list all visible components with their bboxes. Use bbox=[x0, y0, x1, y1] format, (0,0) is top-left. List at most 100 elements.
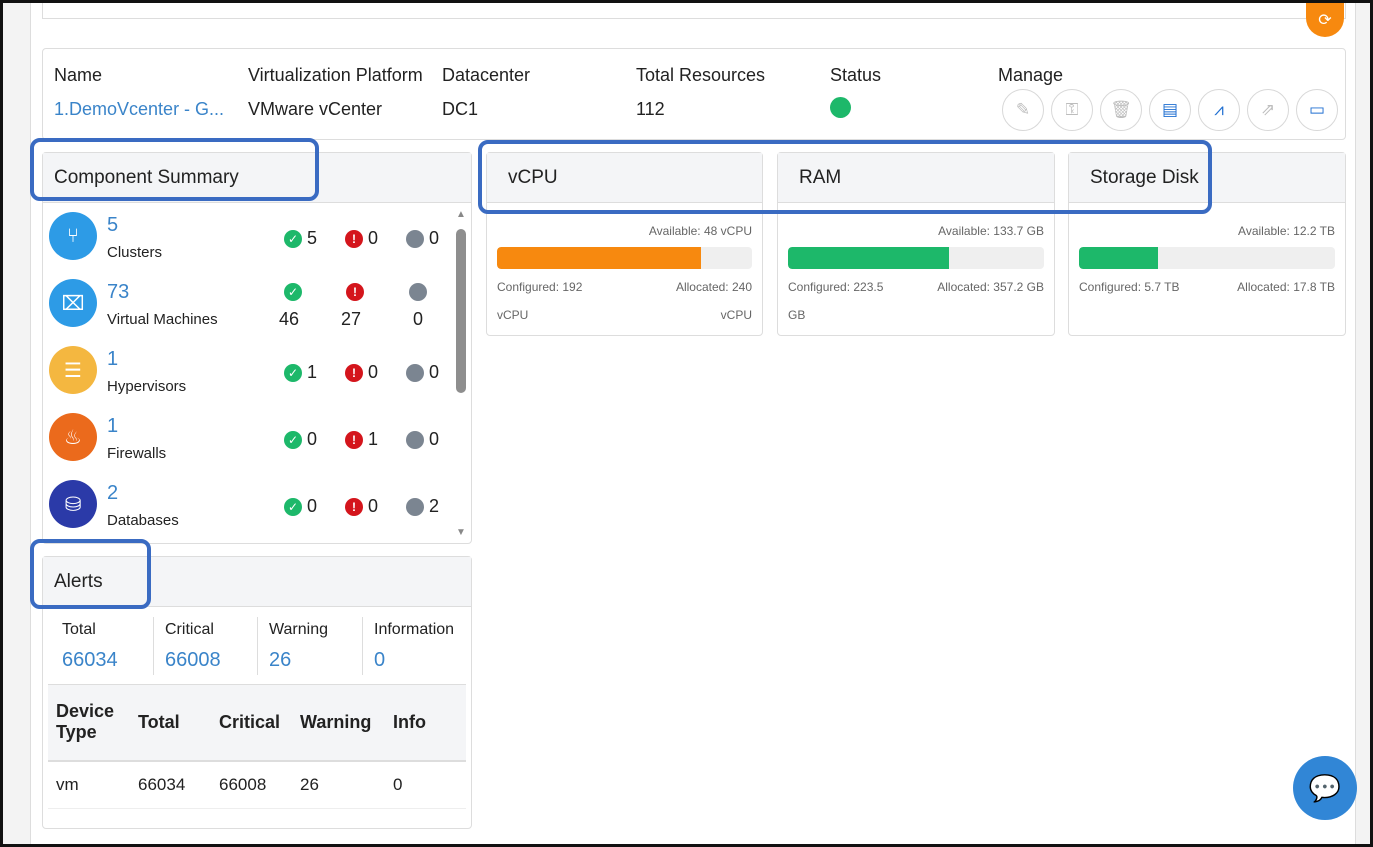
highlight-resources bbox=[478, 140, 1212, 214]
divider bbox=[257, 617, 258, 675]
error-status: ! 0 bbox=[345, 496, 378, 517]
component-item-virtual-machines[interactable]: ⌧ 73 Virtual Machines ✓ 46 ! 27 0 bbox=[43, 271, 451, 338]
table-cell: vm bbox=[48, 760, 130, 809]
column-header[interactable]: Warning bbox=[292, 684, 385, 762]
refresh-icon: ⟳ bbox=[1318, 12, 1332, 29]
alerts-total-value[interactable]: 66034 bbox=[62, 649, 118, 672]
ram-body: Available: 133.7 GB Configured: 223.5 Al… bbox=[788, 204, 1044, 335]
unknown-count: 0 bbox=[429, 429, 440, 449]
unknown-dot-icon bbox=[406, 497, 424, 516]
highlight-alerts bbox=[30, 539, 151, 609]
ram-available: Available: 133.7 GB bbox=[938, 224, 1044, 238]
alerts-warning-value[interactable]: 26 bbox=[269, 649, 291, 672]
table-header-row: Device Type Total Critical Warning Info bbox=[48, 684, 466, 762]
book-button[interactable]: ▤ bbox=[1149, 89, 1191, 131]
alerts-critical-label: Critical bbox=[165, 621, 214, 638]
edit-button[interactable]: ✎ bbox=[1002, 89, 1044, 131]
storage-body: Available: 12.2 TB Configured: 5.7 TB Al… bbox=[1079, 204, 1335, 335]
chart-button[interactable]: ⩘ bbox=[1198, 89, 1240, 131]
unknown-status: 0 bbox=[406, 362, 439, 383]
vcenter-name-link[interactable]: 1.DemoVcenter - G... bbox=[54, 99, 224, 120]
component-name: Databases bbox=[107, 512, 179, 529]
component-summary-panel: Component Summary ⑂ 5 Clusters ✓ 5 ! 0 0 ⌧… bbox=[42, 152, 472, 544]
previous-card-edge bbox=[42, 3, 1346, 19]
component-count[interactable]: 1 bbox=[107, 348, 118, 371]
component-name: Virtual Machines bbox=[107, 311, 218, 328]
column-header[interactable]: Critical bbox=[211, 684, 292, 762]
error-count: 0 bbox=[368, 496, 379, 516]
table-row[interactable]: vm 66034 66008 26 0 bbox=[48, 760, 466, 809]
ram-usage-bar bbox=[788, 247, 1044, 269]
ok-count: 5 bbox=[307, 228, 318, 248]
server-icon: ☰ bbox=[49, 346, 97, 394]
component-count[interactable]: 5 bbox=[107, 214, 118, 237]
manage-actions: ✎ ⚿ 🗑 ▤ ⩘ ⇗ ▭ bbox=[1002, 89, 1338, 131]
unknown-count: 2 bbox=[429, 496, 440, 516]
console-button[interactable]: ▭ bbox=[1296, 89, 1338, 131]
component-count[interactable]: 73 bbox=[107, 281, 129, 304]
error-count: 27 bbox=[341, 309, 362, 329]
column-header[interactable]: Info bbox=[385, 684, 466, 762]
delete-button[interactable]: 🗑 bbox=[1100, 89, 1142, 131]
chat-button[interactable]: 💬 bbox=[1293, 756, 1357, 820]
component-item-firewalls[interactable]: ♨ 1 Firewalls ✓ 0 ! 1 0 bbox=[43, 405, 451, 472]
ok-count: 0 bbox=[307, 496, 318, 516]
column-header[interactable]: Device Type bbox=[48, 684, 130, 762]
ok-count: 46 bbox=[279, 309, 300, 329]
ram-configured-unit: GB bbox=[788, 308, 806, 322]
storage-available: Available: 12.2 TB bbox=[1238, 224, 1335, 238]
platform-value: VMware vCenter bbox=[248, 99, 383, 119]
edit-icon: ✎ bbox=[1015, 100, 1031, 119]
error-status: ! 0 bbox=[345, 228, 378, 249]
datacenter-label: Datacenter bbox=[442, 65, 531, 85]
key-button[interactable]: ⚿ bbox=[1051, 89, 1093, 131]
storage-allocated: Allocated: 17.8 TB bbox=[1237, 280, 1335, 294]
storage-configured: Configured: 5.7 TB bbox=[1079, 280, 1180, 294]
column-header[interactable]: Total bbox=[130, 684, 211, 762]
book-icon: ▤ bbox=[1161, 100, 1179, 119]
error-count: 0 bbox=[368, 362, 379, 382]
component-list: ⑂ 5 Clusters ✓ 5 ! 0 0 ⌧ 73 Virtual Machin… bbox=[43, 204, 451, 542]
ram-allocated: Allocated: 357.2 GB bbox=[937, 280, 1044, 294]
left-rail bbox=[3, 3, 31, 844]
status-label: Status bbox=[830, 65, 882, 85]
unknown-status: 0 bbox=[406, 429, 439, 450]
scroll-down-icon[interactable]: ▼ bbox=[456, 527, 466, 538]
check-icon: ✓ bbox=[284, 283, 302, 301]
platform-label: Virtualization Platform bbox=[248, 65, 423, 85]
fire-icon: ♨ bbox=[49, 413, 97, 461]
ok-count: 1 bbox=[307, 362, 318, 382]
storage-usage-bar bbox=[1079, 247, 1335, 269]
component-name: Clusters bbox=[107, 244, 163, 261]
status-indicator bbox=[830, 97, 851, 118]
alerts-information-value[interactable]: 0 bbox=[374, 649, 385, 672]
component-item-databases[interactable]: ⛁ 2 Databases ✓ 0 ! 0 2 bbox=[43, 472, 451, 539]
check-icon: ✓ bbox=[284, 497, 302, 516]
ram-configured: Configured: 223.5 bbox=[788, 280, 884, 294]
alerts-total-label: Total bbox=[62, 621, 96, 638]
external-link-button[interactable]: ⇗ bbox=[1247, 89, 1289, 131]
component-item-clusters[interactable]: ⑂ 5 Clusters ✓ 5 ! 0 0 bbox=[43, 204, 451, 271]
component-item-hypervisors[interactable]: ☰ 1 Hypervisors ✓ 1 ! 0 0 bbox=[43, 338, 451, 405]
ok-status: ✓ 0 bbox=[284, 496, 317, 517]
component-count[interactable]: 2 bbox=[107, 482, 118, 505]
component-count[interactable]: 1 bbox=[107, 415, 118, 438]
page-scrollbar[interactable] bbox=[1355, 3, 1370, 844]
scroll-up-icon[interactable]: ▲ bbox=[456, 209, 466, 220]
error-status: ! 1 bbox=[345, 429, 378, 450]
scroll-thumb[interactable] bbox=[456, 229, 466, 393]
alert-icon: ! bbox=[346, 283, 364, 301]
alert-icon: ! bbox=[345, 229, 363, 248]
storage-usage-fill bbox=[1079, 247, 1159, 269]
component-list-scrollbar[interactable]: ▲ ▼ bbox=[453, 209, 469, 539]
cluster-icon: ⑂ bbox=[49, 212, 97, 260]
unknown-dot-icon bbox=[406, 430, 424, 449]
ok-status: ✓ 0 bbox=[284, 429, 317, 450]
check-icon: ✓ bbox=[284, 430, 302, 449]
table-cell: 26 bbox=[292, 760, 385, 809]
alerts-critical-value[interactable]: 66008 bbox=[165, 649, 221, 672]
chat-icon: 💬 bbox=[1308, 772, 1342, 803]
alerts-warning-label: Warning bbox=[269, 621, 328, 638]
unknown-count: 0 bbox=[429, 362, 440, 382]
vm-icon: ⌧ bbox=[49, 279, 97, 327]
